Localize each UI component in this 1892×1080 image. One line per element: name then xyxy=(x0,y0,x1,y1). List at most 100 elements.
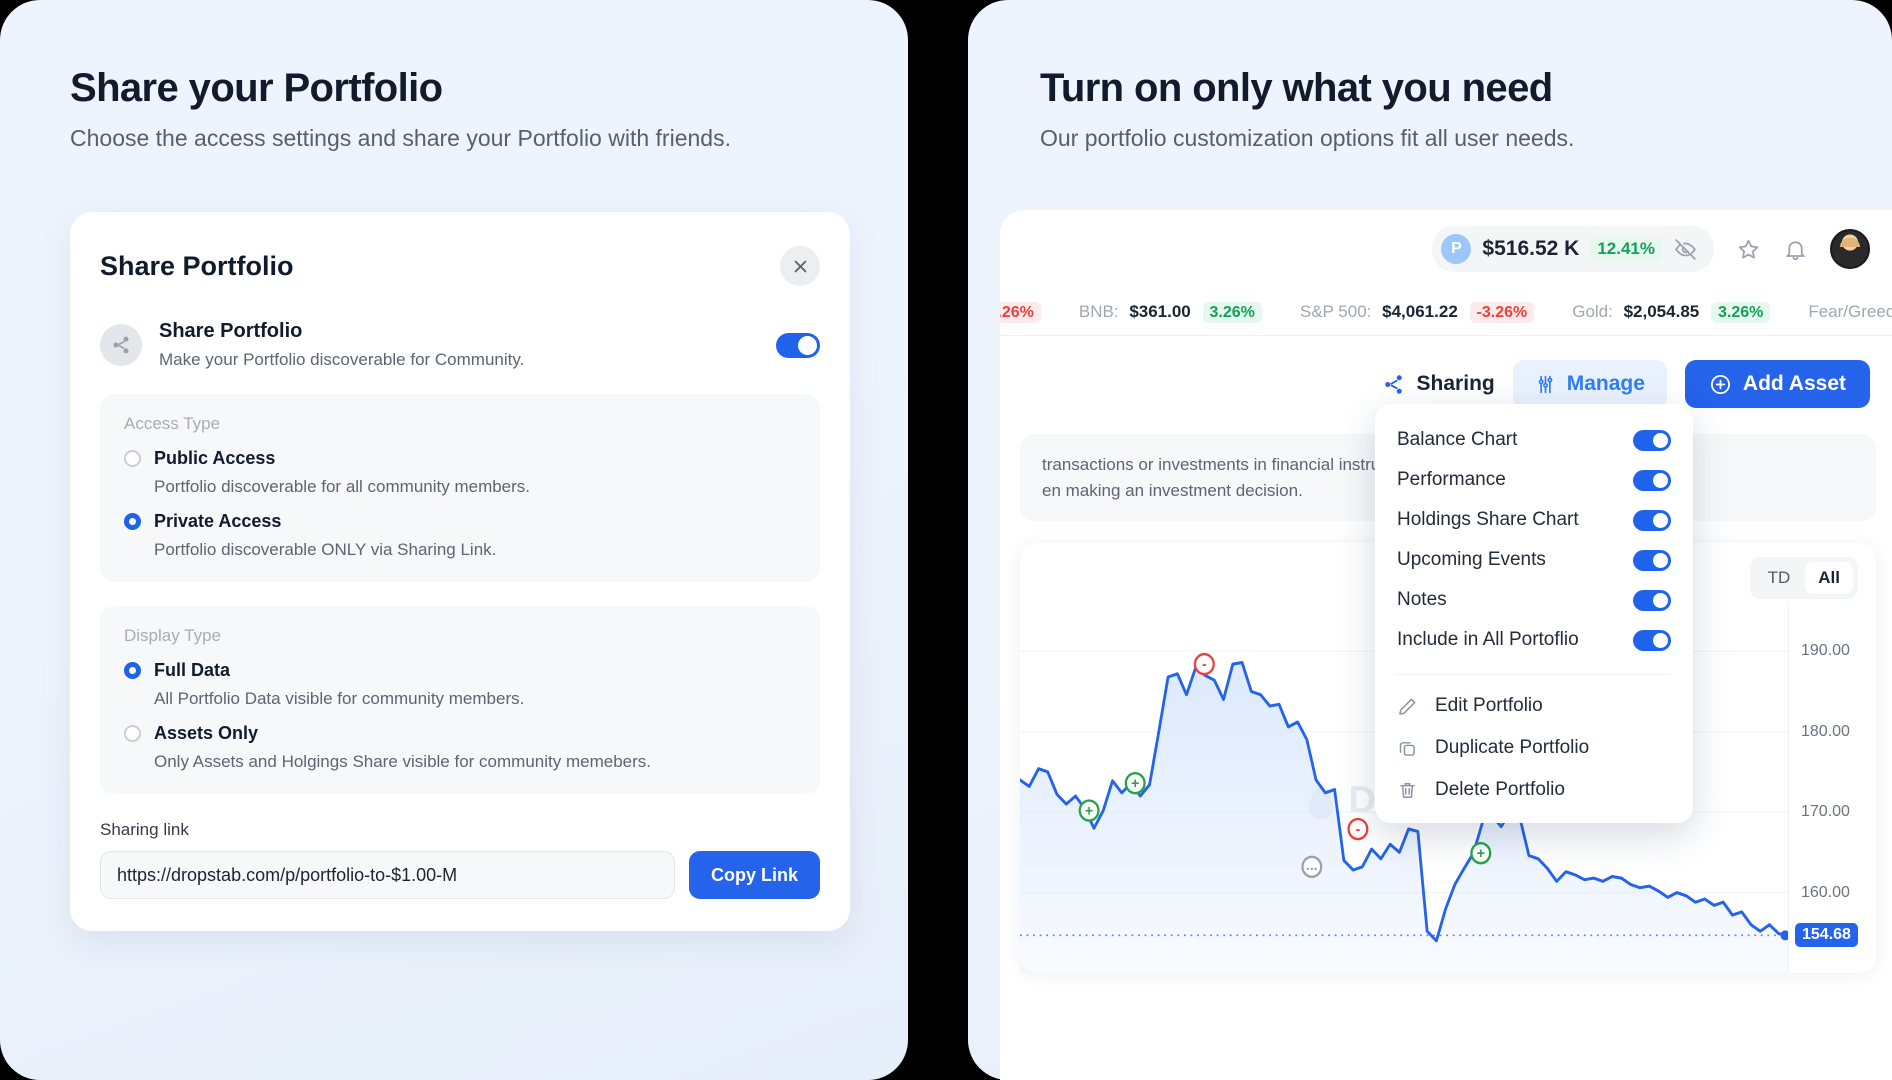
menu-toggle-performance[interactable]: Performance xyxy=(1375,460,1693,500)
right-page-title: Turn on only what you need xyxy=(1040,66,1553,110)
access-type-legend: Access Type xyxy=(124,414,221,433)
chart-marker-sell[interactable]: - xyxy=(1347,817,1369,841)
toggle-notes[interactable] xyxy=(1633,589,1671,611)
star-icon[interactable] xyxy=(1736,237,1761,262)
range-tab-all[interactable]: All xyxy=(1805,562,1853,594)
toggle-holdings-share-chart[interactable] xyxy=(1633,509,1671,531)
menu-action-delete-portfolio[interactable]: Delete Portfolio xyxy=(1375,769,1693,811)
share-toggle-row: Share Portfolio Make your Portfolio disc… xyxy=(100,320,820,370)
y-tick-label: 170.00 xyxy=(1801,803,1850,821)
menu-action-duplicate-portfolio[interactable]: Duplicate Portfolio xyxy=(1375,727,1693,769)
menu-toggle-label: Include in All Portoflio xyxy=(1397,629,1579,650)
chart-y-axis: 190.00 180.00 170.00 160.00 154.68 xyxy=(1788,603,1876,973)
menu-action-label: Delete Portfolio xyxy=(1435,779,1565,800)
portfolio-badge: P xyxy=(1441,234,1472,264)
toggle-balance-chart[interactable] xyxy=(1633,429,1671,451)
chart-marker-buy[interactable]: + xyxy=(1078,799,1100,822)
copy-link-button[interactable]: Copy Link xyxy=(688,851,820,899)
access-option-private-label: Private Access xyxy=(154,511,282,531)
close-icon xyxy=(794,260,806,272)
access-option-private-head: Private Access xyxy=(124,511,796,532)
add-asset-button[interactable]: Add Asset xyxy=(1684,360,1870,408)
toggle-upcoming-events[interactable] xyxy=(1633,549,1671,571)
share-portfolio-card: Share Portfolio Share Portfolio Make you… xyxy=(70,212,850,931)
display-option-assets-desc: Only Assets and Holgings Share visible f… xyxy=(154,752,651,771)
portfolio-value: $516.52 K xyxy=(1482,237,1580,260)
left-panel: Share your Portfolio Choose the access s… xyxy=(0,0,908,1080)
svg-text:-: - xyxy=(1356,822,1361,839)
ticker-name: Gold: xyxy=(1572,301,1613,321)
display-option-assets-head: Assets Only xyxy=(124,723,796,744)
radio-private-access[interactable] xyxy=(124,513,141,530)
toggle-performance[interactable] xyxy=(1633,469,1671,491)
ticker-item[interactable]: 526.00 -3.26% xyxy=(1000,301,1041,323)
radio-full-data[interactable] xyxy=(124,662,141,679)
share-toggle-label: Share Portfolio xyxy=(159,320,303,342)
eye-off-icon[interactable] xyxy=(1673,237,1698,262)
display-type-legend: Display Type xyxy=(124,626,222,645)
portfolio-actions: Sharing Manage Add Asset xyxy=(1000,336,1892,408)
add-asset-button-label: Add Asset xyxy=(1742,372,1846,395)
left-page-title: Share your Portfolio xyxy=(70,66,443,110)
chart-marker-buy[interactable]: + xyxy=(1124,771,1146,795)
portfolio-settings-menu: Balance Chart Performance Holdings Share… xyxy=(1375,404,1693,823)
trash-icon xyxy=(1400,782,1415,798)
sharing-link-label: Sharing link xyxy=(100,820,189,839)
menu-toggle-balance-chart[interactable]: Balance Chart xyxy=(1375,420,1693,460)
access-option-private-desc: Portfolio discoverable ONLY via Sharing … xyxy=(154,540,497,559)
share-icon xyxy=(113,336,129,354)
left-header: Share your Portfolio Choose the access s… xyxy=(70,66,731,152)
access-option-public-desc: Portfolio discoverable for all community… xyxy=(154,477,531,496)
access-option-private[interactable]: Private Access Portfolio discoverable ON… xyxy=(124,511,796,560)
access-option-public-head: Public Access xyxy=(124,448,796,469)
display-option-assets-only[interactable]: Assets Only Only Assets and Holgings Sha… xyxy=(124,723,796,772)
ticker-change: -3.26% xyxy=(1469,301,1535,323)
menu-toggle-holdings-share-chart[interactable]: Holdings Share Chart xyxy=(1375,500,1693,540)
ticker-item[interactable]: BNB: $361.00 3.26% xyxy=(1079,301,1262,323)
share-portfolio-toggle[interactable] xyxy=(776,332,820,358)
close-button[interactable] xyxy=(780,246,820,286)
y-tick-label: 160.00 xyxy=(1801,883,1850,901)
ticker-item[interactable]: S&P 500: $4,061.22 -3.26% xyxy=(1300,301,1535,323)
menu-toggle-notes[interactable]: Notes xyxy=(1375,580,1693,620)
menu-toggle-label: Balance Chart xyxy=(1397,429,1518,450)
range-tab-td[interactable]: TD xyxy=(1755,562,1804,594)
menu-toggle-label: Notes xyxy=(1397,589,1447,610)
chart-marker-buy[interactable]: + xyxy=(1470,841,1492,865)
menu-action-label: Duplicate Portfolio xyxy=(1435,737,1590,758)
chart-marker-sell[interactable]: - xyxy=(1193,652,1215,676)
sharing-button[interactable]: Sharing xyxy=(1382,372,1495,396)
share-toggle-description: Make your Portfolio discoverable for Com… xyxy=(159,350,525,369)
avatar[interactable] xyxy=(1830,229,1870,269)
svg-text:+: + xyxy=(1477,846,1485,863)
ticker-item[interactable]: Gold: $2,054.85 3.26% xyxy=(1572,301,1771,323)
ticker-value: $4,061.22 xyxy=(1382,301,1458,321)
menu-toggle-upcoming-events[interactable]: Upcoming Events xyxy=(1375,540,1693,580)
menu-action-edit-portfolio[interactable]: Edit Portfolio xyxy=(1375,685,1693,727)
menu-toggle-label: Performance xyxy=(1397,469,1506,490)
sharing-link-input[interactable] xyxy=(100,851,675,899)
bell-icon[interactable] xyxy=(1783,237,1808,262)
menu-toggle-label: Upcoming Events xyxy=(1397,549,1546,570)
left-page-subtitle: Choose the access settings and share you… xyxy=(70,125,731,151)
card-header: Share Portfolio xyxy=(100,246,820,286)
chart-marker-neutral[interactable]: ... xyxy=(1301,855,1323,879)
radio-assets-only[interactable] xyxy=(124,725,141,742)
portfolio-value-chip[interactable]: P $516.52 K 12.41% xyxy=(1432,226,1714,272)
menu-toggle-include-in-all-portfolio[interactable]: Include in All Portoflio xyxy=(1375,620,1693,660)
current-value-badge: 154.68 xyxy=(1795,923,1858,948)
svg-text:-: - xyxy=(1202,657,1207,674)
display-option-full-head: Full Data xyxy=(124,660,796,681)
radio-public-access[interactable] xyxy=(124,450,141,467)
ticker-item-fear-greed[interactable]: Fear/Greed: xyxy=(1808,302,1892,322)
y-tick-label: 190.00 xyxy=(1801,642,1850,660)
display-option-full-data[interactable]: Full Data All Portfolio Data visible for… xyxy=(124,660,796,709)
display-type-group: Display Type Full Data All Portfolio Dat… xyxy=(100,606,820,794)
svg-text:...: ... xyxy=(1306,857,1318,874)
toggle-include-in-all-portfolio[interactable] xyxy=(1633,629,1671,651)
svg-text:+: + xyxy=(1085,803,1093,820)
access-option-public[interactable]: Public Access Portfolio discoverable for… xyxy=(124,448,796,497)
manage-button[interactable]: Manage xyxy=(1512,360,1667,408)
ticker-change: 3.26% xyxy=(1202,301,1262,323)
copy-icon xyxy=(1399,741,1415,756)
